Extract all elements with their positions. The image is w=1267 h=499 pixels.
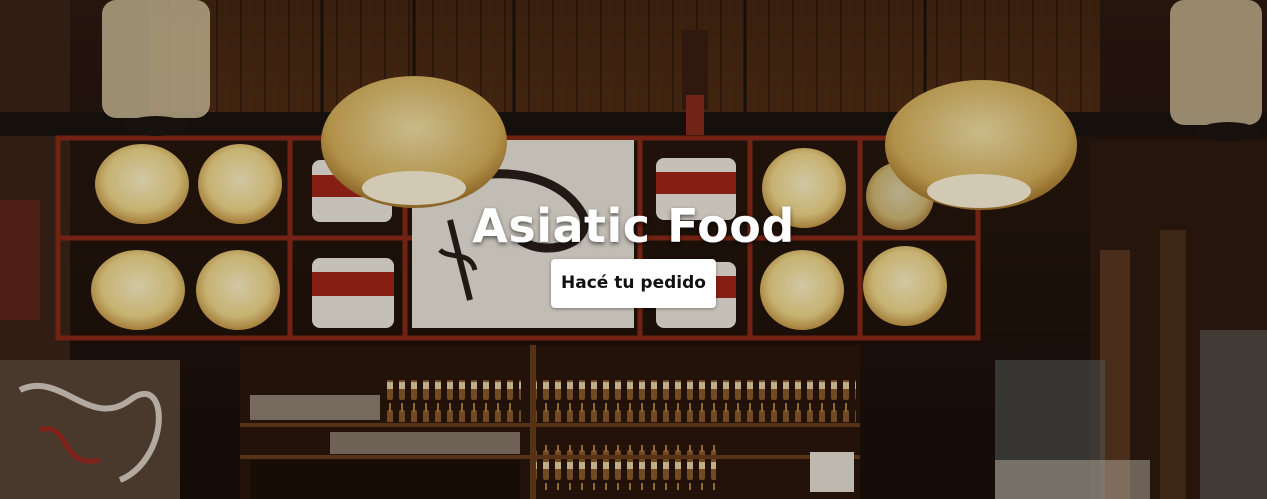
hero-banner: Asiatic Food Hacé tu pedido (0, 0, 1267, 499)
hero-title: Asiatic Food (472, 199, 795, 253)
order-button[interactable]: Hacé tu pedido (551, 259, 716, 308)
hero-content: Asiatic Food Hacé tu pedido (0, 196, 1267, 308)
